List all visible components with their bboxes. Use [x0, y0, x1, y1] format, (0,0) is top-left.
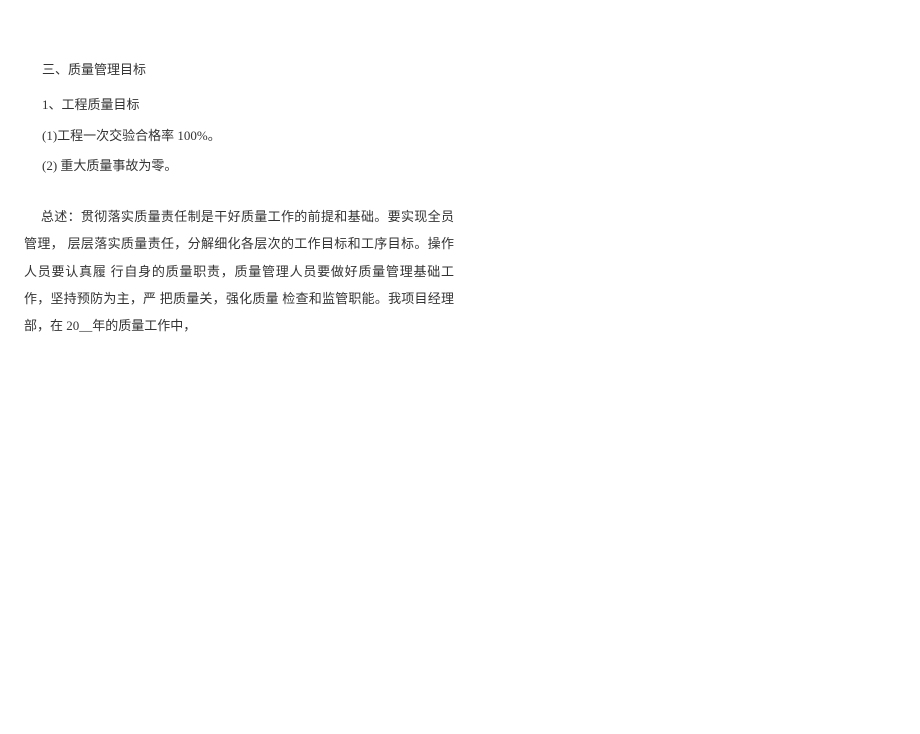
summary-paragraph: 总述：贯彻落实质量责任制是干好质量工作的前提和基础。要实现全员管理， 层层落实质… — [24, 203, 454, 339]
list-item-2: (2) 重大质量事故为零。 — [42, 156, 454, 177]
section-heading: 三、质量管理目标 — [42, 60, 454, 81]
list-item-1: (1)工程一次交验合格率 100%。 — [42, 126, 454, 147]
sub-heading: 1、工程质量目标 — [42, 95, 454, 116]
document-content: 三、质量管理目标 1、工程质量目标 (1)工程一次交验合格率 100%。 (2)… — [24, 60, 454, 340]
